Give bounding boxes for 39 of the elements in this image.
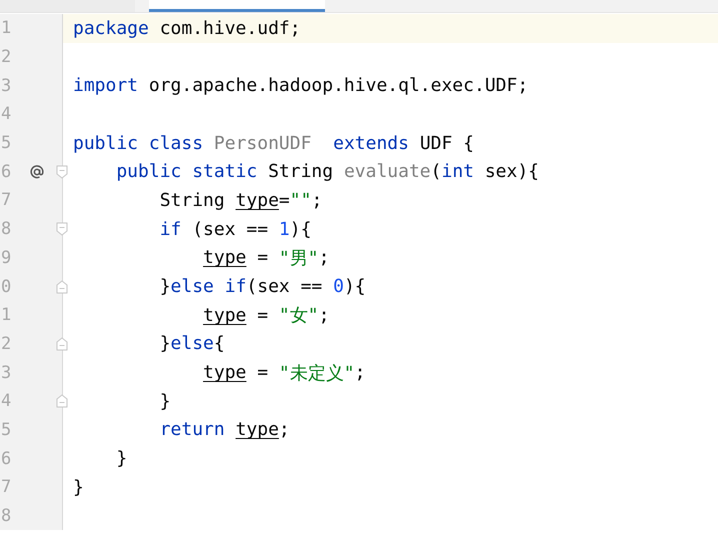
code-line: import org.apache.hadoop.hive.ql.exec.UDF; (72, 74, 530, 98)
line-number: 5 (0, 420, 12, 440)
fold-icon[interactable] (56, 394, 68, 408)
override-icon[interactable] (30, 164, 44, 179)
code-line: if (sex == 1){ (158, 218, 312, 242)
line-number: 3 (0, 362, 12, 383)
line-number: 4 (0, 391, 12, 412)
code-line: }else if(sex == 0){ (158, 275, 367, 300)
line-number: 3 (0, 76, 12, 96)
line-number: 8 (0, 219, 12, 240)
fold-icon[interactable] (56, 222, 68, 236)
code-line: type = "女"; (202, 304, 330, 328)
line-number: 2 (0, 47, 12, 68)
line-number: 4 (0, 104, 12, 124)
file-tab[interactable] (149, 0, 325, 12)
line-number: 1 (0, 18, 12, 38)
line-number: 0 (0, 276, 12, 297)
fold-icon[interactable] (56, 336, 68, 351)
fold-icon[interactable] (56, 164, 68, 179)
line-number: 9 (0, 248, 12, 268)
code-line: type = "未定义"; (202, 361, 366, 386)
line-number: 5 (0, 133, 12, 154)
line-number: 6 (0, 162, 12, 182)
code-line: public class PersonUDF extends UDF { (72, 132, 476, 156)
code-line: public static String evaluate(int sex){ (115, 160, 540, 184)
line-number: 7 (0, 190, 12, 210)
code-line: } (115, 447, 128, 472)
code-line: String type=""; (158, 188, 324, 213)
code-line: } (72, 476, 85, 500)
code-line: } (158, 390, 172, 414)
code-line: type = "男"; (202, 246, 330, 271)
line-number: 6 (0, 448, 12, 469)
fold-icon[interactable] (56, 280, 68, 294)
code-line: return type; (158, 418, 291, 442)
code-line: }else{ (158, 332, 226, 356)
line-number: 7 (0, 477, 12, 498)
line-number: 8 (0, 506, 12, 526)
line-number: 2 (0, 334, 12, 354)
line-number: 1 (0, 305, 12, 326)
